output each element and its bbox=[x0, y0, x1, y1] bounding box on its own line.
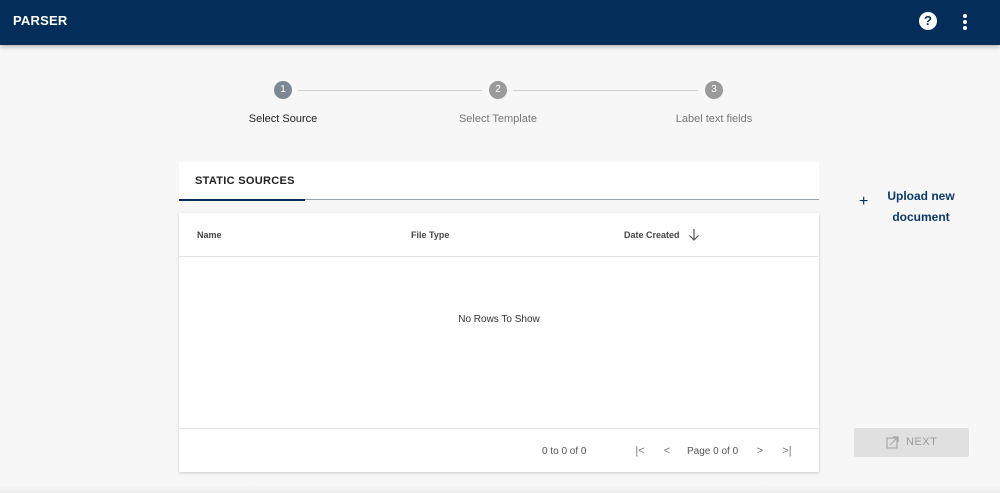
upload-button-label: Upload new document bbox=[887, 189, 955, 224]
stepper-connector bbox=[298, 90, 482, 91]
step-3-circle: 3 bbox=[705, 81, 723, 99]
column-header-name[interactable]: Name bbox=[197, 230, 222, 240]
menu-dot bbox=[963, 26, 967, 30]
last-page-icon[interactable]: >| bbox=[780, 443, 794, 459]
menu-dot bbox=[963, 14, 967, 18]
step-1-label: Select Source bbox=[248, 113, 318, 125]
empty-grid-message: No Rows To Show bbox=[458, 314, 540, 325]
stepper-connector bbox=[513, 90, 698, 91]
help-icon[interactable]: ? bbox=[919, 12, 937, 30]
step-1-circle: 1 bbox=[274, 81, 292, 99]
grid-header: Name File Type Date Created bbox=[179, 213, 819, 257]
sources-grid: Name File Type Date Created No Rows To S… bbox=[179, 213, 819, 472]
next-page-icon[interactable]: > bbox=[753, 443, 767, 459]
bottom-shadow bbox=[0, 486, 1000, 493]
column-header-date-created[interactable]: Date Created bbox=[624, 230, 680, 240]
arrow-down-icon[interactable] bbox=[688, 228, 700, 242]
first-page-icon[interactable]: |< bbox=[633, 443, 647, 459]
app-bar: PARSER ? bbox=[0, 0, 1000, 45]
source-tabs: STATIC SOURCES bbox=[179, 162, 819, 201]
step-2-label: Select Template bbox=[458, 113, 538, 125]
app-title: PARSER bbox=[13, 13, 68, 28]
row-count: 0 to 0 of 0 bbox=[542, 446, 587, 457]
previous-page-icon[interactable]: < bbox=[660, 443, 674, 459]
step-3-label: Label text fields bbox=[675, 113, 753, 125]
next-button-label: NEXT bbox=[906, 436, 938, 448]
plus-icon: + bbox=[859, 193, 869, 210]
upload-new-document-button[interactable]: + Upload new document bbox=[852, 182, 970, 226]
step-2-circle: 2 bbox=[489, 81, 507, 99]
tab-indicator bbox=[179, 199, 305, 201]
next-button[interactable]: NEXT bbox=[854, 428, 969, 457]
menu-dot bbox=[963, 20, 967, 24]
column-header-file-type[interactable]: File Type bbox=[411, 230, 449, 240]
tab-static-sources[interactable]: STATIC SOURCES bbox=[179, 162, 305, 201]
open-in-new-icon bbox=[886, 436, 899, 449]
tab-label: STATIC SOURCES bbox=[195, 175, 295, 187]
grid-pagination: 0 to 0 of 0 |< < Page 0 of 0 > >| bbox=[179, 428, 819, 472]
page-indicator: Page 0 of 0 bbox=[687, 446, 739, 457]
more-vert-icon[interactable] bbox=[955, 12, 975, 32]
